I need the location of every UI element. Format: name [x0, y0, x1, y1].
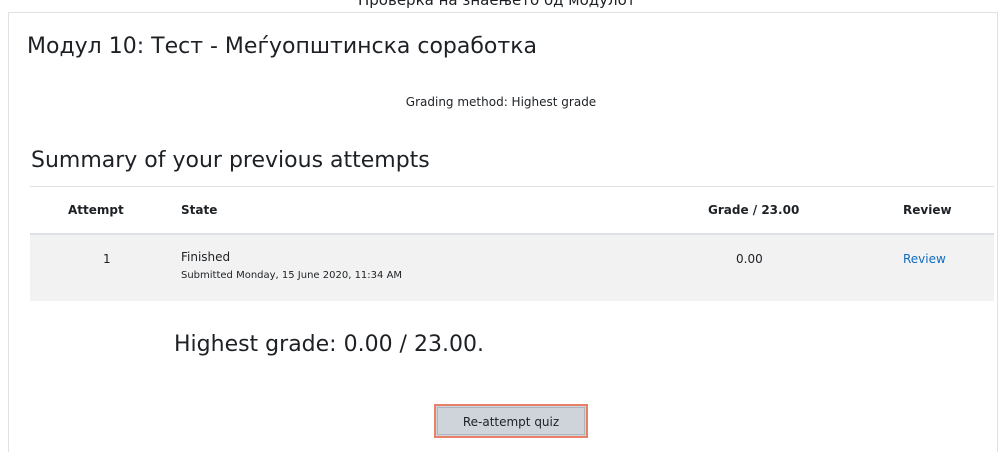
- attempts-table-header: Attempt State Grade / 23.00 Review: [30, 187, 994, 235]
- table-row: 1 Finished Submitted Monday, 15 June 202…: [30, 235, 994, 301]
- reattempt-quiz-label: Re-attempt quiz: [437, 407, 585, 435]
- highest-grade: Highest grade: 0.00 / 23.00.: [174, 332, 484, 357]
- column-header-state: State: [181, 203, 218, 217]
- review-link[interactable]: Review: [903, 252, 946, 266]
- column-header-attempt: Attempt: [68, 203, 124, 217]
- attempt-submitted: Submitted Monday, 15 June 2020, 11:34 AM: [181, 270, 403, 281]
- column-header-grade: Grade / 23.00: [708, 203, 800, 217]
- page-title: Модул 10: Тест - Меѓуопштинска соработка: [27, 34, 537, 59]
- top-strip-text: Проверка на знаењето од модулот: [358, 0, 636, 9]
- grading-method: Grading method: Highest grade: [405, 95, 597, 109]
- column-header-review: Review: [903, 203, 952, 217]
- attempts-table: Attempt State Grade / 23.00 Review 1 Fin…: [30, 186, 994, 301]
- summary-heading: Summary of your previous attempts: [31, 148, 430, 173]
- attempt-grade: 0.00: [736, 252, 763, 266]
- top-strip: Проверка на знаењето од модулот: [0, 0, 1002, 12]
- attempt-number: 1: [103, 252, 111, 266]
- attempt-state: Finished: [181, 250, 231, 264]
- reattempt-quiz-button[interactable]: Re-attempt quiz: [434, 404, 588, 438]
